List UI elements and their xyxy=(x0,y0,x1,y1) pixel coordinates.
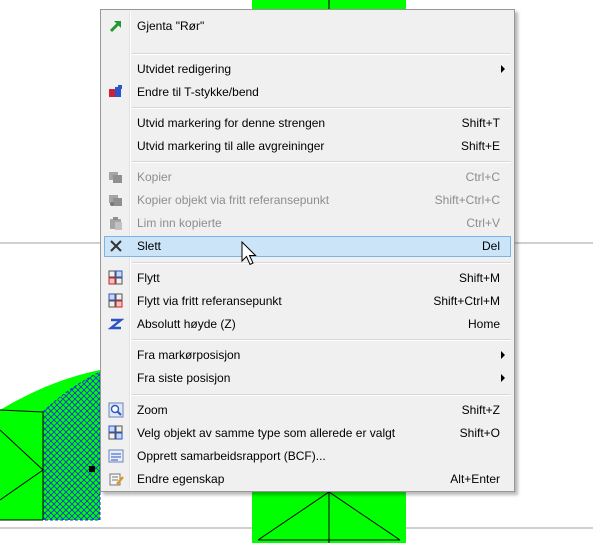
menu-item-opprett-samarbeidsrapport-bcf[interactable]: Opprett samarbeidsrapport (BCF)... xyxy=(104,446,511,467)
menu-item-zoom[interactable]: Zoom Shift+Z xyxy=(104,400,511,421)
menu-item-label: Kopier objekt via fritt referansepunkt xyxy=(137,193,330,207)
bcf-report-icon xyxy=(108,448,124,464)
menu-item-label: Endre egenskap xyxy=(137,472,225,486)
move-icon xyxy=(108,270,124,286)
grip-point[interactable] xyxy=(89,466,95,472)
menu-item-shortcut: Shift+Ctrl+C xyxy=(434,193,500,207)
submenu-arrow-icon xyxy=(501,351,505,359)
context-menu: Gjenta "Rør" Utvidet redigering Endre til … xyxy=(100,9,515,492)
copy-icon xyxy=(108,169,124,185)
mouse-cursor-icon xyxy=(241,241,257,266)
menu-item-slett[interactable]: Slett Del xyxy=(104,236,511,257)
menu-item-label: Velg objekt av samme type som allerede e… xyxy=(137,426,396,440)
z-height-icon xyxy=(107,316,125,332)
menu-separator xyxy=(132,339,511,341)
copy-reference-icon xyxy=(108,192,124,208)
menu-item-label: Utvidet redigering xyxy=(137,62,232,76)
menu-item-fra-markørposisjon[interactable]: Fra markørposisjon xyxy=(104,345,511,366)
move-reference-icon xyxy=(108,293,124,309)
menu-item-shortcut: Shift+T xyxy=(461,116,500,130)
menu-item-utvid-markering-til-alle-avgreininger[interactable]: Utvid markering til alle avgreininger Shi… xyxy=(104,136,511,157)
menu-item-label: Zoom xyxy=(137,403,168,417)
menu-item-shortcut: Ctrl+C xyxy=(465,170,500,184)
menu-separator xyxy=(132,107,511,109)
menu-item-label: Gjenta "Rør" xyxy=(137,19,205,33)
menu-item-endre-egenskap[interactable]: Endre egenskap Alt+Enter xyxy=(104,469,511,490)
delete-x-icon xyxy=(108,238,124,254)
menu-item-label: Flytt xyxy=(137,271,160,285)
menu-item-flytt[interactable]: Flytt Shift+M xyxy=(104,268,511,289)
menu-item-label: Utvid markering til alle avgreininger xyxy=(137,139,325,153)
menu-item-shortcut: Shift+E xyxy=(460,139,500,153)
menu-item-utvid-markering-for-denne-strengen[interactable]: Utvid markering for denne strengen Shift+… xyxy=(104,113,511,134)
menu-item-fra-siste-posisjon[interactable]: Fra siste posisjon xyxy=(104,368,511,389)
menu-item-lim-inn-kopierte[interactable]: Lim inn kopierte Ctrl+V xyxy=(104,213,511,234)
menu-item-shortcut: Del xyxy=(481,239,500,253)
menu-item-shortcut: Shift+O xyxy=(459,426,500,440)
menu-item-label: Flytt via fritt referansepunkt xyxy=(137,294,282,308)
menu-item-label: Fra siste posisjon xyxy=(137,371,231,385)
menu-item-shortcut: Alt+Enter xyxy=(450,472,500,486)
menu-separator xyxy=(132,53,511,55)
submenu-arrow-icon xyxy=(501,374,505,382)
zoom-icon xyxy=(108,402,124,418)
edit-properties-icon xyxy=(108,471,124,487)
menu-item-label: Endre til T-stykke/bend xyxy=(137,85,259,99)
menu-item-utvidet-redigering[interactable]: Utvidet redigering xyxy=(104,59,511,80)
menu-item-label: Absolutt høyde (Z) xyxy=(137,317,236,331)
menu-item-shortcut: Ctrl+V xyxy=(466,216,500,230)
menu-item-label: Opprett samarbeidsrapport (BCF)... xyxy=(137,449,326,463)
menu-item-label: Kopier xyxy=(137,170,172,184)
select-same-type-icon xyxy=(108,425,124,441)
menu-item-gjenta-rør[interactable]: Gjenta "Rør" xyxy=(104,16,511,37)
menu-item-velg-objekt-av-samme-type-som-allerede-er-valgt[interactable]: Velg objekt av samme type som allerede e… xyxy=(104,423,511,444)
menu-item-label: Slett xyxy=(137,239,162,253)
paste-icon xyxy=(108,215,124,231)
menu-separator xyxy=(132,262,511,264)
menu-item-shortcut: Shift+Ctrl+M xyxy=(433,294,500,308)
green-arrow-icon xyxy=(108,18,124,34)
menu-item-kopier-objekt-via-fritt-referansepunkt[interactable]: Kopier objekt via fritt referansepunkt Sh… xyxy=(104,190,511,211)
submenu-arrow-icon xyxy=(501,65,505,73)
menu-item-kopier[interactable]: Kopier Ctrl+C xyxy=(104,167,511,188)
menu-item-shortcut: Shift+M xyxy=(458,271,500,285)
menu-item-shortcut: Home xyxy=(467,317,500,331)
menu-item-shortcut: Shift+Z xyxy=(461,403,500,417)
tee-pipe-icon xyxy=(108,84,124,100)
menu-item-label: Lim inn kopierte xyxy=(137,216,222,230)
menu-item-endre-til-t-stykke-bend[interactable]: Endre til T-stykke/bend xyxy=(104,82,511,103)
menu-item-label: Fra markørposisjon xyxy=(137,348,241,362)
menu-item-flytt-via-fritt-referansepunkt[interactable]: Flytt via fritt referansepunkt Shift+Ctrl… xyxy=(104,291,511,312)
menu-separator xyxy=(132,161,511,163)
menu-item-absolutt-høyde-z[interactable]: Absolutt høyde (Z) Home xyxy=(104,314,511,335)
menu-separator xyxy=(132,394,511,396)
menu-item-label: Utvid markering for denne strengen xyxy=(137,116,326,130)
